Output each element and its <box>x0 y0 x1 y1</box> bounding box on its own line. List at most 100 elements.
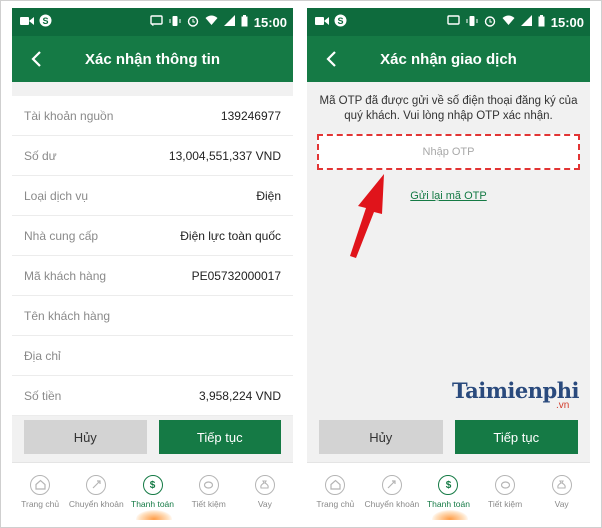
otp-highlight-box <box>317 134 580 170</box>
signal-icon <box>520 15 532 29</box>
tab-label: Chuyển khoản <box>68 498 124 509</box>
cancel-button[interactable]: Hủy <box>319 420 443 454</box>
info-value: Điện <box>256 188 281 203</box>
tab-label: Trang chủ <box>316 498 355 509</box>
transaction-info-list: Tài khoản nguồn 139246977 Số dư 13,004,5… <box>12 96 293 416</box>
signal-icon <box>223 15 235 29</box>
otp-instruction-text: Mã OTP đã được gửi về số điện thoại đăng… <box>319 95 578 122</box>
tab-label: Thanh toán <box>131 498 175 509</box>
info-label: Loại dịch vụ <box>24 188 89 203</box>
info-row-balance: Số dư 13,004,551,337 VND <box>12 136 293 176</box>
status-bar: S 15:00 <box>307 8 590 36</box>
watermark-suffix: .vn <box>556 400 570 411</box>
left-phone-screen: S 15:00 Xác nhận thông tin Tài khoản ngu… <box>12 8 293 520</box>
tab-loan[interactable]: Vay <box>533 463 590 520</box>
touch-indicator <box>136 510 173 520</box>
dollar-icon: $ <box>142 474 163 495</box>
status-bar: S 15:00 <box>12 8 293 36</box>
back-button[interactable] <box>317 45 345 73</box>
money-bag-icon <box>254 474 275 495</box>
tab-savings[interactable]: Tiết kiệm <box>477 463 534 520</box>
info-row-amount: Số tiền 3,958,224 VND <box>12 376 293 416</box>
tab-transfer[interactable]: Chuyển khoản <box>364 463 421 520</box>
info-label: Nhà cung cấp <box>24 228 99 243</box>
piggy-bank-icon <box>198 474 219 495</box>
video-camera-icon <box>20 16 34 29</box>
page-title: Xác nhận thông tin <box>85 50 220 68</box>
vibrate-icon <box>169 15 181 30</box>
info-label: Số tiền <box>24 388 62 403</box>
watermark-text: Taimienphi <box>452 378 579 403</box>
svg-text:$: $ <box>150 480 156 490</box>
battery-icon <box>241 14 248 30</box>
tab-label: Vay <box>257 498 272 509</box>
resend-otp-link[interactable]: Gửi lại mã OTP <box>410 190 486 202</box>
tab-loan[interactable]: Vay <box>237 463 293 520</box>
wifi-icon <box>205 15 218 29</box>
transfer-icon <box>381 474 402 495</box>
status-time: 15:00 <box>253 14 287 30</box>
tab-transfer[interactable]: Chuyển khoản <box>68 463 124 520</box>
continue-button[interactable]: Tiếp tục <box>158 420 281 454</box>
tab-payment[interactable]: $ Thanh toán <box>420 463 477 520</box>
info-label: Địa chỉ <box>24 348 61 363</box>
alarm-icon <box>187 15 199 30</box>
otp-input[interactable] <box>319 136 578 168</box>
continue-button[interactable]: Tiếp tục <box>454 420 578 454</box>
info-value: PE05732000017 <box>191 268 281 283</box>
info-label: Mã khách hàng <box>24 268 107 283</box>
page-title: Xác nhận giao dịch <box>380 50 517 68</box>
tab-payment[interactable]: $ Thanh toán <box>124 463 180 520</box>
tab-label: Thanh toán <box>426 498 470 509</box>
info-row-provider: Nhà cung cấp Điện lực toàn quốc <box>12 216 293 256</box>
info-row-customer-name: Tên khách hàng <box>12 296 293 336</box>
piggy-bank-icon <box>495 474 516 495</box>
status-time: 15:00 <box>550 14 584 30</box>
svg-text:$: $ <box>446 480 452 490</box>
tab-home[interactable]: Trang chủ <box>307 463 364 520</box>
info-value: 13,004,551,337 VND <box>168 148 281 163</box>
dollar-icon: $ <box>438 474 459 495</box>
info-row-source-account: Tài khoản nguồn 139246977 <box>12 96 293 136</box>
app-header: Xác nhận giao dịch <box>307 36 590 82</box>
battery-icon <box>538 14 545 30</box>
home-icon <box>325 474 346 495</box>
cancel-button[interactable]: Hủy <box>24 420 147 454</box>
transfer-icon <box>86 474 107 495</box>
info-label: Tên khách hàng <box>24 308 111 323</box>
tab-savings[interactable]: Tiết kiệm <box>181 463 237 520</box>
chevron-left-icon <box>31 51 41 67</box>
tab-label: Chuyển khoản <box>364 498 420 509</box>
vibrate-icon <box>466 15 478 30</box>
skype-icon: S <box>39 14 52 30</box>
info-row-customer-code: Mã khách hàng PE05732000017 <box>12 256 293 296</box>
info-label: Tài khoản nguồn <box>24 108 114 123</box>
app-header: Xác nhận thông tin <box>12 36 293 82</box>
right-phone-screen: S 15:00 Xác nhận giao dịch Mã OTP đã đượ… <box>307 8 590 520</box>
tab-home[interactable]: Trang chủ <box>12 463 68 520</box>
info-value: 139246977 <box>220 108 281 123</box>
svg-text:S: S <box>337 16 343 26</box>
action-buttons: Hủy Tiếp tục <box>12 420 293 454</box>
bottom-tabbar: Trang chủ Chuyển khoản $ Thanh toán Tiết… <box>307 462 590 520</box>
back-button[interactable] <box>22 45 50 73</box>
money-bag-icon <box>551 474 572 495</box>
info-row-address: Địa chỉ <box>12 336 293 376</box>
tab-label: Tiết kiệm <box>487 498 523 509</box>
skype-icon: S <box>334 14 347 30</box>
info-row-service-type: Loại dịch vụ Điện <box>12 176 293 216</box>
touch-indicator <box>432 510 469 520</box>
chevron-left-icon <box>326 51 336 67</box>
watermark-logo: Taimienphi .vn <box>452 378 579 412</box>
tab-label: Vay <box>554 498 569 509</box>
tab-label: Trang chủ <box>21 498 60 509</box>
info-value: 3,958,224 VND <box>198 388 281 403</box>
info-value: Điện lực toàn quốc <box>180 228 281 243</box>
cast-icon <box>150 15 163 29</box>
red-arrow-annotation <box>350 174 384 258</box>
svg-text:S: S <box>42 16 48 26</box>
video-camera-icon <box>315 16 329 29</box>
cast-icon <box>447 15 460 29</box>
bottom-tabbar: Trang chủ Chuyển khoản $ Thanh toán Tiết… <box>12 462 293 520</box>
wifi-icon <box>502 15 515 29</box>
